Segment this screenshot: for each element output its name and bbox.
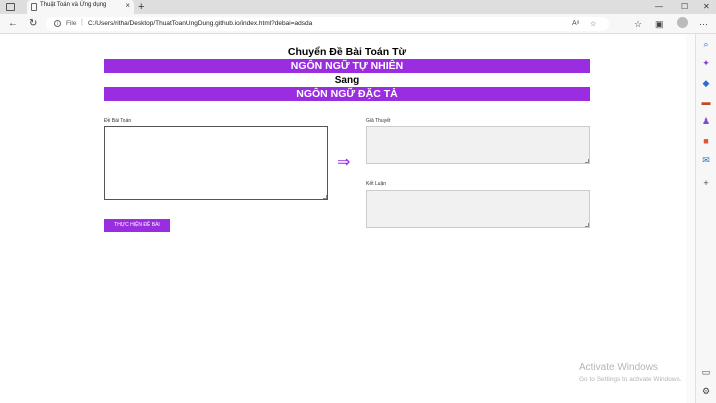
hypothesis-textarea[interactable]	[366, 126, 590, 164]
collections-icon[interactable]: ▣	[655, 18, 664, 30]
sidebar-toggle-icon[interactable]: ▭	[701, 367, 711, 377]
resize-grip-icon[interactable]	[585, 223, 589, 227]
tab-strip: Thuật Toán và Ứng dụng × + — ☐ ✕	[0, 0, 716, 14]
browser-tab[interactable]: Thuật Toán và Ứng dụng ×	[27, 0, 134, 14]
sang-label: Sang	[334, 75, 360, 86]
conclusion-label: Kết Luận	[366, 181, 387, 187]
activate-windows-title: Activate Windows	[579, 362, 658, 373]
add-icon[interactable]: +	[701, 178, 711, 188]
submit-button[interactable]: THỰC HIỆN ĐỀ BÀI	[104, 219, 170, 232]
profile-avatar[interactable]	[677, 17, 688, 28]
problem-label: Đề Bài Toán	[104, 118, 132, 124]
url-separator: |	[81, 19, 83, 26]
file-label: File	[66, 20, 77, 27]
office-icon[interactable]: ■	[701, 136, 711, 146]
tab-close-icon[interactable]: ×	[125, 1, 130, 11]
tab-title: Thuật Toán và Ứng dụng	[40, 2, 107, 8]
activate-windows-subtitle: Go to Settings to activate Windows.	[579, 376, 682, 383]
url-text[interactable]: C:/Users/ritha/Desktop/ThuatToanUngDung.…	[88, 20, 312, 27]
edge-sidebar: ⌕ ✦ ◆ ▬ ♟ ■ ✉ + ▭ ⚙	[695, 34, 716, 403]
page-scrollbar[interactable]	[686, 34, 695, 403]
natural-language-banner: NGÔN NGỮ TỰ NHIÊN	[104, 59, 590, 73]
conclusion-textarea[interactable]	[366, 190, 590, 228]
maximize-button[interactable]: ☐	[681, 1, 688, 13]
info-icon[interactable]: i	[54, 20, 61, 27]
specification-language-banner: NGÔN NGỮ ĐẶC TẢ	[104, 87, 590, 101]
outlook-icon[interactable]: ✉	[701, 155, 711, 165]
back-button[interactable]: ←	[8, 17, 18, 31]
arrow-icon: ⇒	[337, 154, 351, 171]
favorites-icon[interactable]: ☆	[634, 18, 642, 30]
settings-gear-icon[interactable]: ⚙	[701, 386, 711, 396]
games-icon[interactable]: ♟	[701, 116, 711, 126]
resize-grip-icon[interactable]	[323, 195, 327, 199]
refresh-button[interactable]: ↻	[29, 17, 37, 31]
add-favorite-icon[interactable]: ☆	[590, 20, 596, 28]
browser-toolbar: ← ↻ i File | C:/Users/ritha/Desktop/Thua…	[0, 14, 716, 34]
resize-grip-icon[interactable]	[585, 159, 589, 163]
address-bar[interactable]: i File | C:/Users/ritha/Desktop/ThuatToa…	[46, 17, 609, 31]
tools-icon[interactable]: ▬	[701, 97, 711, 107]
new-tab-button[interactable]: +	[138, 0, 144, 14]
read-aloud-icon[interactable]: Aᵃ	[572, 20, 579, 27]
search-icon[interactable]: ⌕	[701, 39, 711, 49]
page-content: Chuyển Đề Bài Toán Từ NGÔN NGỮ TỰ NHIÊN …	[0, 34, 686, 403]
problem-textarea[interactable]	[104, 126, 328, 200]
hypothesis-label: Giả Thuyết	[366, 118, 391, 124]
more-menu-icon[interactable]: ⋯	[699, 18, 708, 30]
discover-icon[interactable]: ✦	[701, 58, 711, 68]
minimize-button[interactable]: —	[655, 1, 663, 13]
tab-actions-icon[interactable]	[6, 3, 15, 11]
close-window-button[interactable]: ✕	[703, 1, 710, 13]
page-title: Chuyển Đề Bài Toán Từ	[287, 46, 407, 58]
page-icon	[31, 3, 37, 11]
shopping-tag-icon[interactable]: ◆	[701, 78, 711, 88]
